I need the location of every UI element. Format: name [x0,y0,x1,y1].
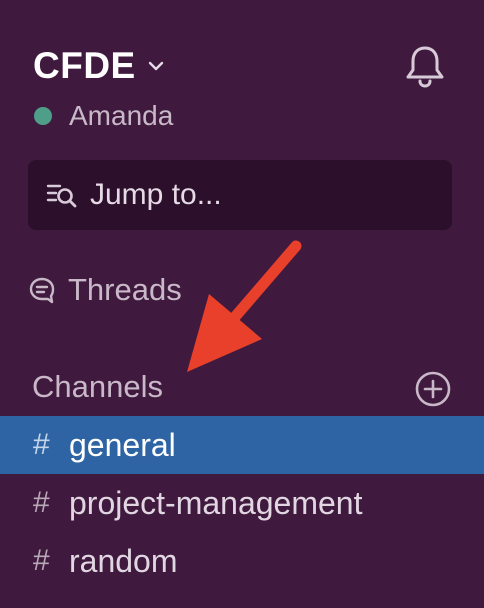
plus-circle-icon[interactable] [414,370,452,408]
workspace-name: CFDE [33,45,136,86]
sidebar: CFDE Amanda Jump to... Threads Channels … [0,0,484,608]
hash-icon: # [33,428,50,461]
channel-item-general[interactable]: # general [0,416,484,474]
sidebar-item-threads[interactable]: Threads [28,270,182,310]
channel-name: project-management [69,484,363,521]
user-name: Amanda [69,100,174,131]
threads-label: Threads [68,272,182,307]
hash-icon: # [33,544,50,577]
current-user[interactable]: Amanda [34,98,173,134]
chevron-down-icon [148,59,164,77]
workspace-switcher[interactable]: CFDE [33,44,164,88]
jump-to-label: Jump to... [90,178,222,211]
threads-icon [28,276,56,304]
jump-to-search[interactable]: Jump to... [28,160,452,230]
hash-icon: # [33,486,50,519]
channels-section-header[interactable]: Channels [32,366,163,408]
bell-icon[interactable] [404,44,446,88]
channel-name: general [69,426,176,463]
channel-name: random [69,542,178,579]
channel-item-project-management[interactable]: # project-management [0,474,484,532]
presence-dot [34,107,52,125]
search-icon [46,180,78,210]
channel-item-random[interactable]: # random [0,532,484,590]
